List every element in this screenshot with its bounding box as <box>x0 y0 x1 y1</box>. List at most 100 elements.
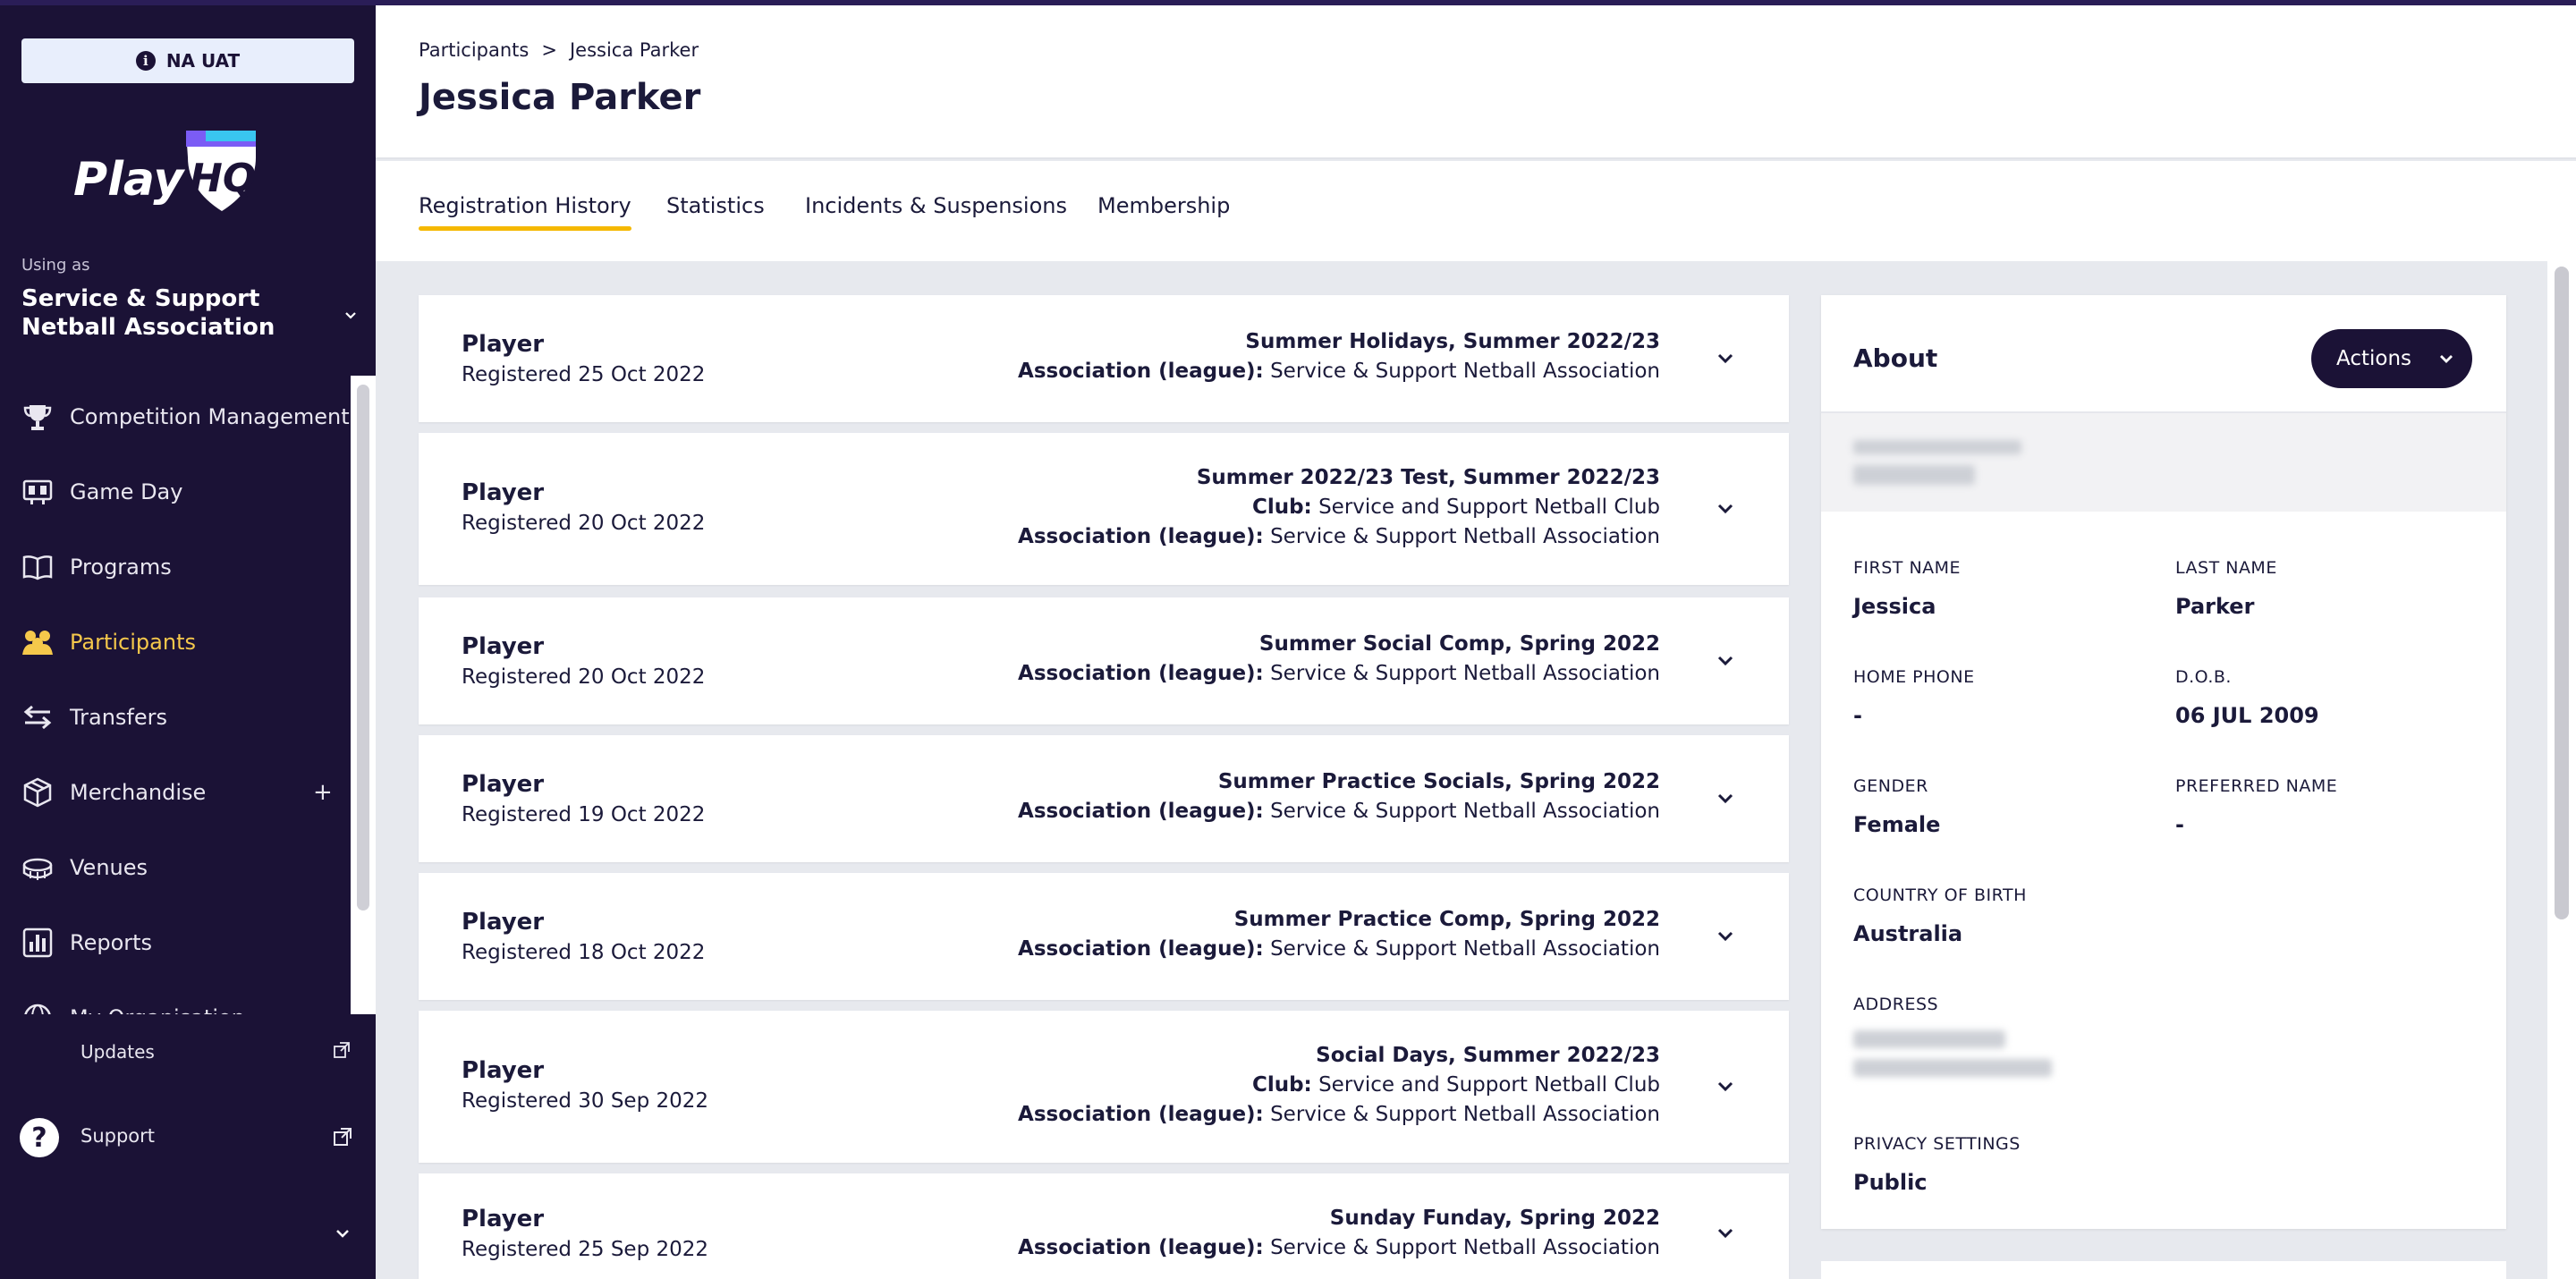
nav-item-participants[interactable]: Participants <box>0 615 351 669</box>
association-label: Association (league): <box>1018 662 1264 685</box>
external-link-icon <box>334 1128 352 1146</box>
preferred-name-value: - <box>2175 812 2184 837</box>
association-name: Service & Support Netball Association <box>1270 1103 1660 1126</box>
chevron-down-icon[interactable] <box>1714 787 1737 810</box>
registration-date: Registered 30 Sep 2022 <box>462 1089 709 1113</box>
registration-card[interactable]: Player Registered 25 Sep 2022 Sunday Fun… <box>419 1173 1789 1279</box>
registration-role: Player <box>462 909 545 936</box>
chevron-down-icon[interactable] <box>1714 1222 1737 1245</box>
registration-season: Sunday Funday, Spring 2022 <box>1329 1207 1660 1230</box>
actions-label: Actions <box>2336 347 2412 370</box>
privacy-settings-label: PRIVACY SETTINGS <box>1853 1134 2021 1154</box>
registration-card[interactable]: Player Registered 30 Sep 2022 Social Day… <box>419 1011 1789 1163</box>
globe-icon <box>20 1000 55 1014</box>
registration-card[interactable]: Player Registered 18 Oct 2022 Summer Pra… <box>419 873 1789 1000</box>
address-label: ADDRESS <box>1853 995 1939 1014</box>
association-name: Service & Support Netball Association <box>1270 1236 1660 1259</box>
home-phone-label: HOME PHONE <box>1853 667 1975 687</box>
gender-label: GENDER <box>1853 776 1928 796</box>
nav-list: Competition Management Game Day Programs… <box>0 376 351 1014</box>
breadcrumb: Participants > Jessica Parker <box>419 39 699 61</box>
nav-scrollbar-thumb[interactable] <box>357 385 369 911</box>
registration-card[interactable]: Player Registered 20 Oct 2022 Summer Soc… <box>419 597 1789 724</box>
registration-details: Social Days, Summer 2022/23 Club: Servic… <box>1018 1041 1660 1130</box>
association-name: Service & Support Netball Association <box>1270 662 1660 685</box>
chevron-down-icon[interactable] <box>1714 649 1737 673</box>
svg-text:HQ: HQ <box>190 156 256 201</box>
using-as-label: Using as <box>21 256 90 275</box>
nav-item-my-organisation[interactable]: My Organisation <box>0 991 351 1014</box>
environment-label: NA UAT <box>165 50 241 72</box>
tab-statistics[interactable]: Statistics <box>666 193 765 229</box>
registration-date: Registered 20 Oct 2022 <box>462 512 706 535</box>
scoreboard-icon <box>20 474 55 510</box>
redacted-value <box>1853 465 1975 485</box>
chevron-down-icon[interactable] <box>333 1224 352 1243</box>
expand-icon[interactable]: + <box>313 779 333 806</box>
chevron-down-icon[interactable] <box>1714 1075 1737 1098</box>
tab-incidents-suspensions[interactable]: Incidents & Suspensions <box>805 193 1067 229</box>
trophy-icon <box>20 399 55 435</box>
club-name: Service and Support Netball Club <box>1318 1073 1660 1097</box>
nav-item-competition-management[interactable]: Competition Management <box>0 390 351 444</box>
nav-label: Competition Management <box>70 404 350 429</box>
chevron-down-icon <box>2440 355 2453 363</box>
updates-link[interactable]: Updates <box>80 1041 155 1063</box>
tab-membership[interactable]: Membership <box>1097 193 1230 229</box>
tab-registration-history[interactable]: Registration History <box>419 193 631 231</box>
box-icon <box>20 775 55 810</box>
breadcrumb-link-participants[interactable]: Participants <box>419 39 529 61</box>
registration-card[interactable]: Player Registered 20 Oct 2022 Summer 202… <box>419 433 1789 585</box>
secondary-panel <box>1821 1261 2506 1279</box>
first-name-value: Jessica <box>1853 594 1936 619</box>
nav-item-game-day[interactable]: Game Day <box>0 465 351 519</box>
registration-date: Registered 19 Oct 2022 <box>462 803 706 826</box>
info-icon: i <box>135 51 156 71</box>
page-title: Jessica Parker <box>419 77 701 118</box>
chevron-down-icon[interactable] <box>1714 925 1737 948</box>
association-label: Association (league): <box>1018 525 1264 548</box>
org-switcher[interactable]: Service & Support Netball Association <box>21 284 326 342</box>
chevron-down-icon[interactable] <box>343 308 358 322</box>
registration-date: Registered 20 Oct 2022 <box>462 665 706 689</box>
about-panel: About Actions FIRST NAME Jessica LAST NA… <box>1821 295 2506 1229</box>
about-title: About <box>1853 343 1938 373</box>
last-name-value: Parker <box>2175 594 2255 619</box>
association-label: Association (league): <box>1018 1103 1264 1126</box>
actions-button[interactable]: Actions <box>2311 329 2472 388</box>
nav-item-merchandise[interactable]: Merchandise + <box>0 766 351 819</box>
registration-season: Social Days, Summer 2022/23 <box>1316 1044 1660 1067</box>
playhq-logo[interactable]: Play HQ <box>72 123 277 222</box>
chevron-down-icon[interactable] <box>1714 497 1737 521</box>
registration-season: Summer Holidays, Summer 2022/23 <box>1245 330 1660 353</box>
redacted-address-line <box>1853 1030 2005 1048</box>
registration-card[interactable]: Player Registered 25 Oct 2022 Summer Hol… <box>419 295 1789 422</box>
support-link[interactable]: Support <box>80 1125 155 1147</box>
registration-card[interactable]: Player Registered 19 Oct 2022 Summer Pra… <box>419 735 1789 862</box>
external-link-icon <box>334 1042 350 1058</box>
registration-role: Player <box>462 331 545 358</box>
registration-details: Summer Practice Socials, Spring 2022 Ass… <box>1018 767 1660 826</box>
association-name: Service & Support Netball Association <box>1270 360 1660 383</box>
page-header: Participants > Jessica Parker Jessica Pa… <box>376 5 2576 159</box>
tabs: Registration History Statistics Incident… <box>376 161 2576 261</box>
nav-item-reports[interactable]: Reports <box>0 916 351 970</box>
nav-label: Programs <box>70 555 172 580</box>
nav-item-venues[interactable]: Venues <box>0 841 351 894</box>
help-icon[interactable]: ? <box>20 1118 59 1157</box>
people-icon <box>20 624 55 660</box>
registration-role: Player <box>462 479 545 506</box>
registration-role: Player <box>462 1057 545 1084</box>
chevron-down-icon[interactable] <box>1714 347 1737 370</box>
nav-label: Transfers <box>70 705 168 730</box>
association-name: Service & Support Netball Association <box>1270 800 1660 823</box>
book-icon <box>20 549 55 585</box>
nav-item-programs[interactable]: Programs <box>0 540 351 594</box>
registration-season: Summer Practice Comp, Spring 2022 <box>1233 908 1660 931</box>
club-name: Service and Support Netball Club <box>1318 496 1660 519</box>
first-name-label: FIRST NAME <box>1853 558 1962 578</box>
main-scrollbar-thumb[interactable] <box>2555 267 2569 919</box>
nav-item-transfers[interactable]: Transfers <box>0 690 351 744</box>
club-label: Club: <box>1251 496 1312 519</box>
redacted-label <box>1853 440 2021 454</box>
